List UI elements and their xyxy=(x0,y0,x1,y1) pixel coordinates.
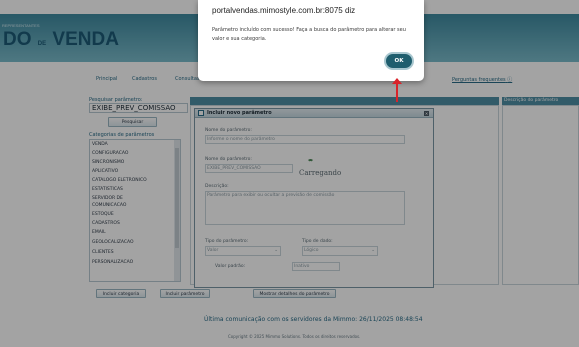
arrow-up-icon xyxy=(392,78,402,84)
alert-title: portalvendas.mimostyle.com.br:8075 diz xyxy=(212,6,356,15)
ok-button[interactable]: OK xyxy=(384,52,414,70)
alert-message: Parâmetro incluído com sucesso! Faça a b… xyxy=(212,27,406,42)
browser-alert: portalvendas.mimostyle.com.br:8075 diz P… xyxy=(198,0,424,81)
annotation-arrow-line xyxy=(396,82,398,102)
